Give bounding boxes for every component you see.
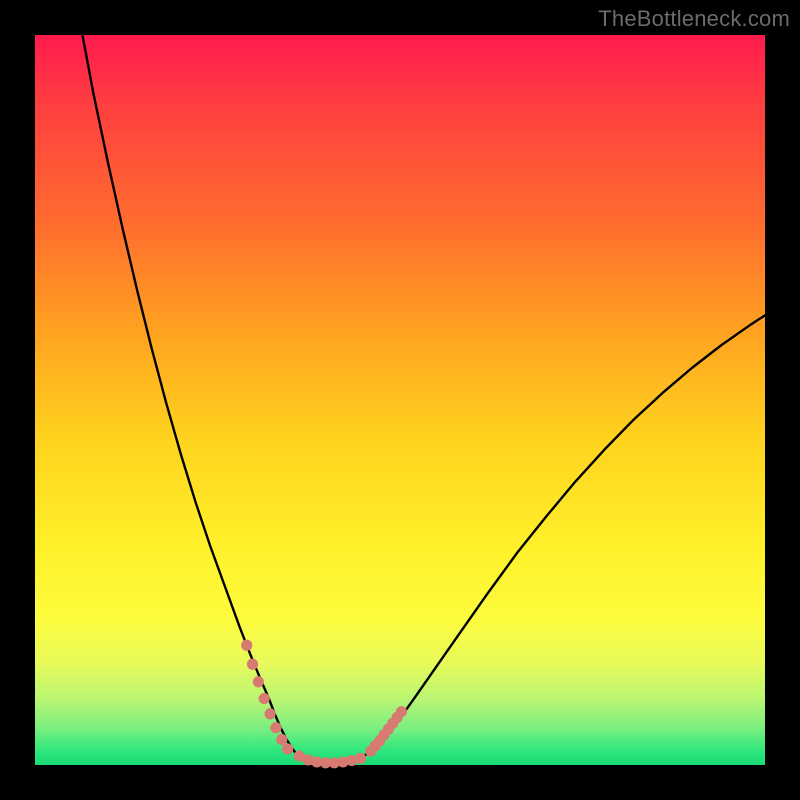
- data-dot: [253, 676, 264, 687]
- data-dot: [282, 743, 293, 754]
- data-dot: [355, 753, 366, 764]
- plot-area: [35, 35, 765, 765]
- dot-layer: [241, 640, 407, 769]
- data-dot: [396, 706, 407, 717]
- data-dot: [264, 708, 275, 719]
- data-dot: [270, 722, 281, 733]
- data-dot: [241, 640, 252, 651]
- curve-svg: [35, 35, 765, 765]
- data-dot: [276, 734, 287, 745]
- outer-frame: TheBottleneck.com: [0, 0, 800, 800]
- data-dot: [247, 659, 258, 670]
- bottleneck-curve: [82, 35, 765, 763]
- data-dot: [259, 693, 270, 704]
- watermark-text: TheBottleneck.com: [598, 6, 790, 32]
